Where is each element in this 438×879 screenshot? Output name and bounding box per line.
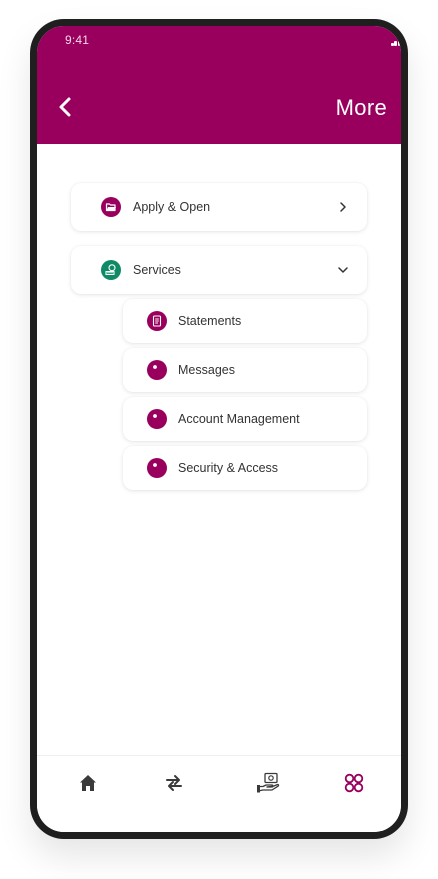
- back-chevron-icon[interactable]: [55, 95, 77, 119]
- apply-open-label: Apply & Open: [133, 200, 211, 214]
- dot-icon: [147, 458, 167, 478]
- swap-arrows-icon[interactable]: [161, 770, 187, 796]
- app-header: 9:41 More: [37, 26, 401, 144]
- account-management-label: Account Management: [178, 412, 300, 426]
- screen: 9:41 More Apply & Open Services Statemen…: [37, 26, 401, 832]
- grid-icon[interactable]: [341, 770, 367, 796]
- services-label: Services: [133, 263, 181, 277]
- status-time: 9:41: [65, 33, 90, 47]
- submenu-item-messages[interactable]: Messages: [123, 348, 367, 392]
- messages-label: Messages: [178, 363, 235, 377]
- bottom-nav: [37, 755, 401, 832]
- chevron-down-icon: [338, 267, 348, 273]
- signal-icon: [391, 36, 401, 46]
- menu-item-apply-open[interactable]: Apply & Open: [71, 183, 367, 231]
- menu-item-services[interactable]: Services: [71, 246, 367, 294]
- chevron-right-icon: [340, 202, 346, 212]
- submenu-item-statements[interactable]: Statements: [123, 299, 367, 343]
- dot-icon: [147, 409, 167, 429]
- page-title: More: [335, 95, 387, 120]
- hand-money-icon[interactable]: [255, 770, 281, 796]
- submenu-item-account-management[interactable]: Account Management: [123, 397, 367, 441]
- submenu-item-security-access[interactable]: Security & Access: [123, 446, 367, 490]
- coins-icon: [101, 260, 121, 280]
- home-icon[interactable]: [75, 770, 101, 796]
- dot-icon: [147, 360, 167, 380]
- phone-frame: 9:41 More Apply & Open Services Statemen…: [30, 19, 408, 839]
- document-icon: [147, 311, 167, 331]
- folder-open-icon: [101, 197, 121, 217]
- statements-label: Statements: [178, 314, 242, 328]
- security-access-label: Security & Access: [178, 461, 279, 475]
